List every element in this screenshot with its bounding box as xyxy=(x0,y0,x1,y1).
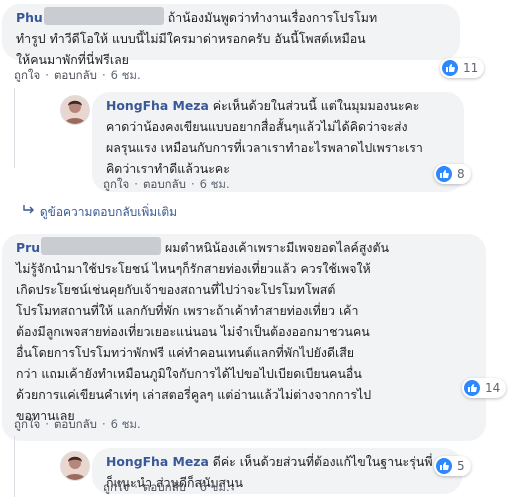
comment-author[interactable]: Pru xyxy=(16,240,40,255)
like-link[interactable]: ถูกใจ xyxy=(14,417,40,431)
reply-link[interactable]: ตอบกลับ xyxy=(143,480,186,494)
avatar[interactable] xyxy=(60,451,90,481)
comment-actions: ถูกใจ · ตอบกลับ · 6 ชม. xyxy=(14,417,141,431)
redacted-name xyxy=(43,7,164,25)
comment-text: ผมตำหนิน้องเค้าเพราะมีเพจยอดไลค์สูงตัน ไ… xyxy=(16,240,389,423)
timestamp[interactable]: 6 ชม. xyxy=(200,480,230,494)
thread-line xyxy=(14,88,15,168)
like-icon xyxy=(464,380,480,396)
reaction-count[interactable]: 5 xyxy=(434,456,471,476)
reply-actions: ถูกใจ · ตอบกลับ · 6 ชม. xyxy=(103,177,230,191)
avatar[interactable] xyxy=(60,95,90,125)
more-replies-link[interactable]: ดูข้อความตอบกลับเพิ่มเติม xyxy=(22,203,177,222)
comment-bubble: Phu ถ้าน้องมันพูดว่าทำงานเรื่องการโปรโมท… xyxy=(2,4,460,67)
reaction-count[interactable]: 8 xyxy=(434,164,471,184)
like-icon xyxy=(442,60,458,76)
like-icon xyxy=(436,166,452,182)
timestamp[interactable]: 6 ชม. xyxy=(111,417,141,431)
like-link[interactable]: ถูกใจ xyxy=(103,480,129,494)
comment-actions: ถูกใจ · ตอบกลับ · 6 ชม. xyxy=(14,68,141,82)
reply-link[interactable]: ตอบกลับ xyxy=(54,417,97,431)
comment-author[interactable]: Phu xyxy=(16,10,43,25)
reaction-count[interactable]: 11 xyxy=(440,58,485,78)
comment-bubble: Pru ผมตำหนิน้องเค้าเพราะมีเพจยอดไลค์สูงต… xyxy=(2,234,486,441)
reply-link[interactable]: ตอบกลับ xyxy=(54,68,97,82)
reply-author[interactable]: HongFha Meza xyxy=(106,98,209,113)
reaction-count[interactable]: 14 xyxy=(462,378,507,398)
reply-author[interactable]: HongFha Meza xyxy=(106,454,209,469)
like-link[interactable]: ถูกใจ xyxy=(14,68,40,82)
thread-line xyxy=(14,436,15,497)
like-icon xyxy=(436,458,452,474)
timestamp[interactable]: 6 ชม. xyxy=(200,177,230,191)
like-link[interactable]: ถูกใจ xyxy=(103,177,129,191)
timestamp[interactable]: 6 ชม. xyxy=(111,68,141,82)
reply-arrow-icon xyxy=(22,205,36,219)
reply-link[interactable]: ตอบกลับ xyxy=(143,177,186,191)
redacted-name xyxy=(41,237,162,255)
reply-actions: ถูกใจ · ตอบกลับ · 6 ชม. xyxy=(103,480,230,494)
